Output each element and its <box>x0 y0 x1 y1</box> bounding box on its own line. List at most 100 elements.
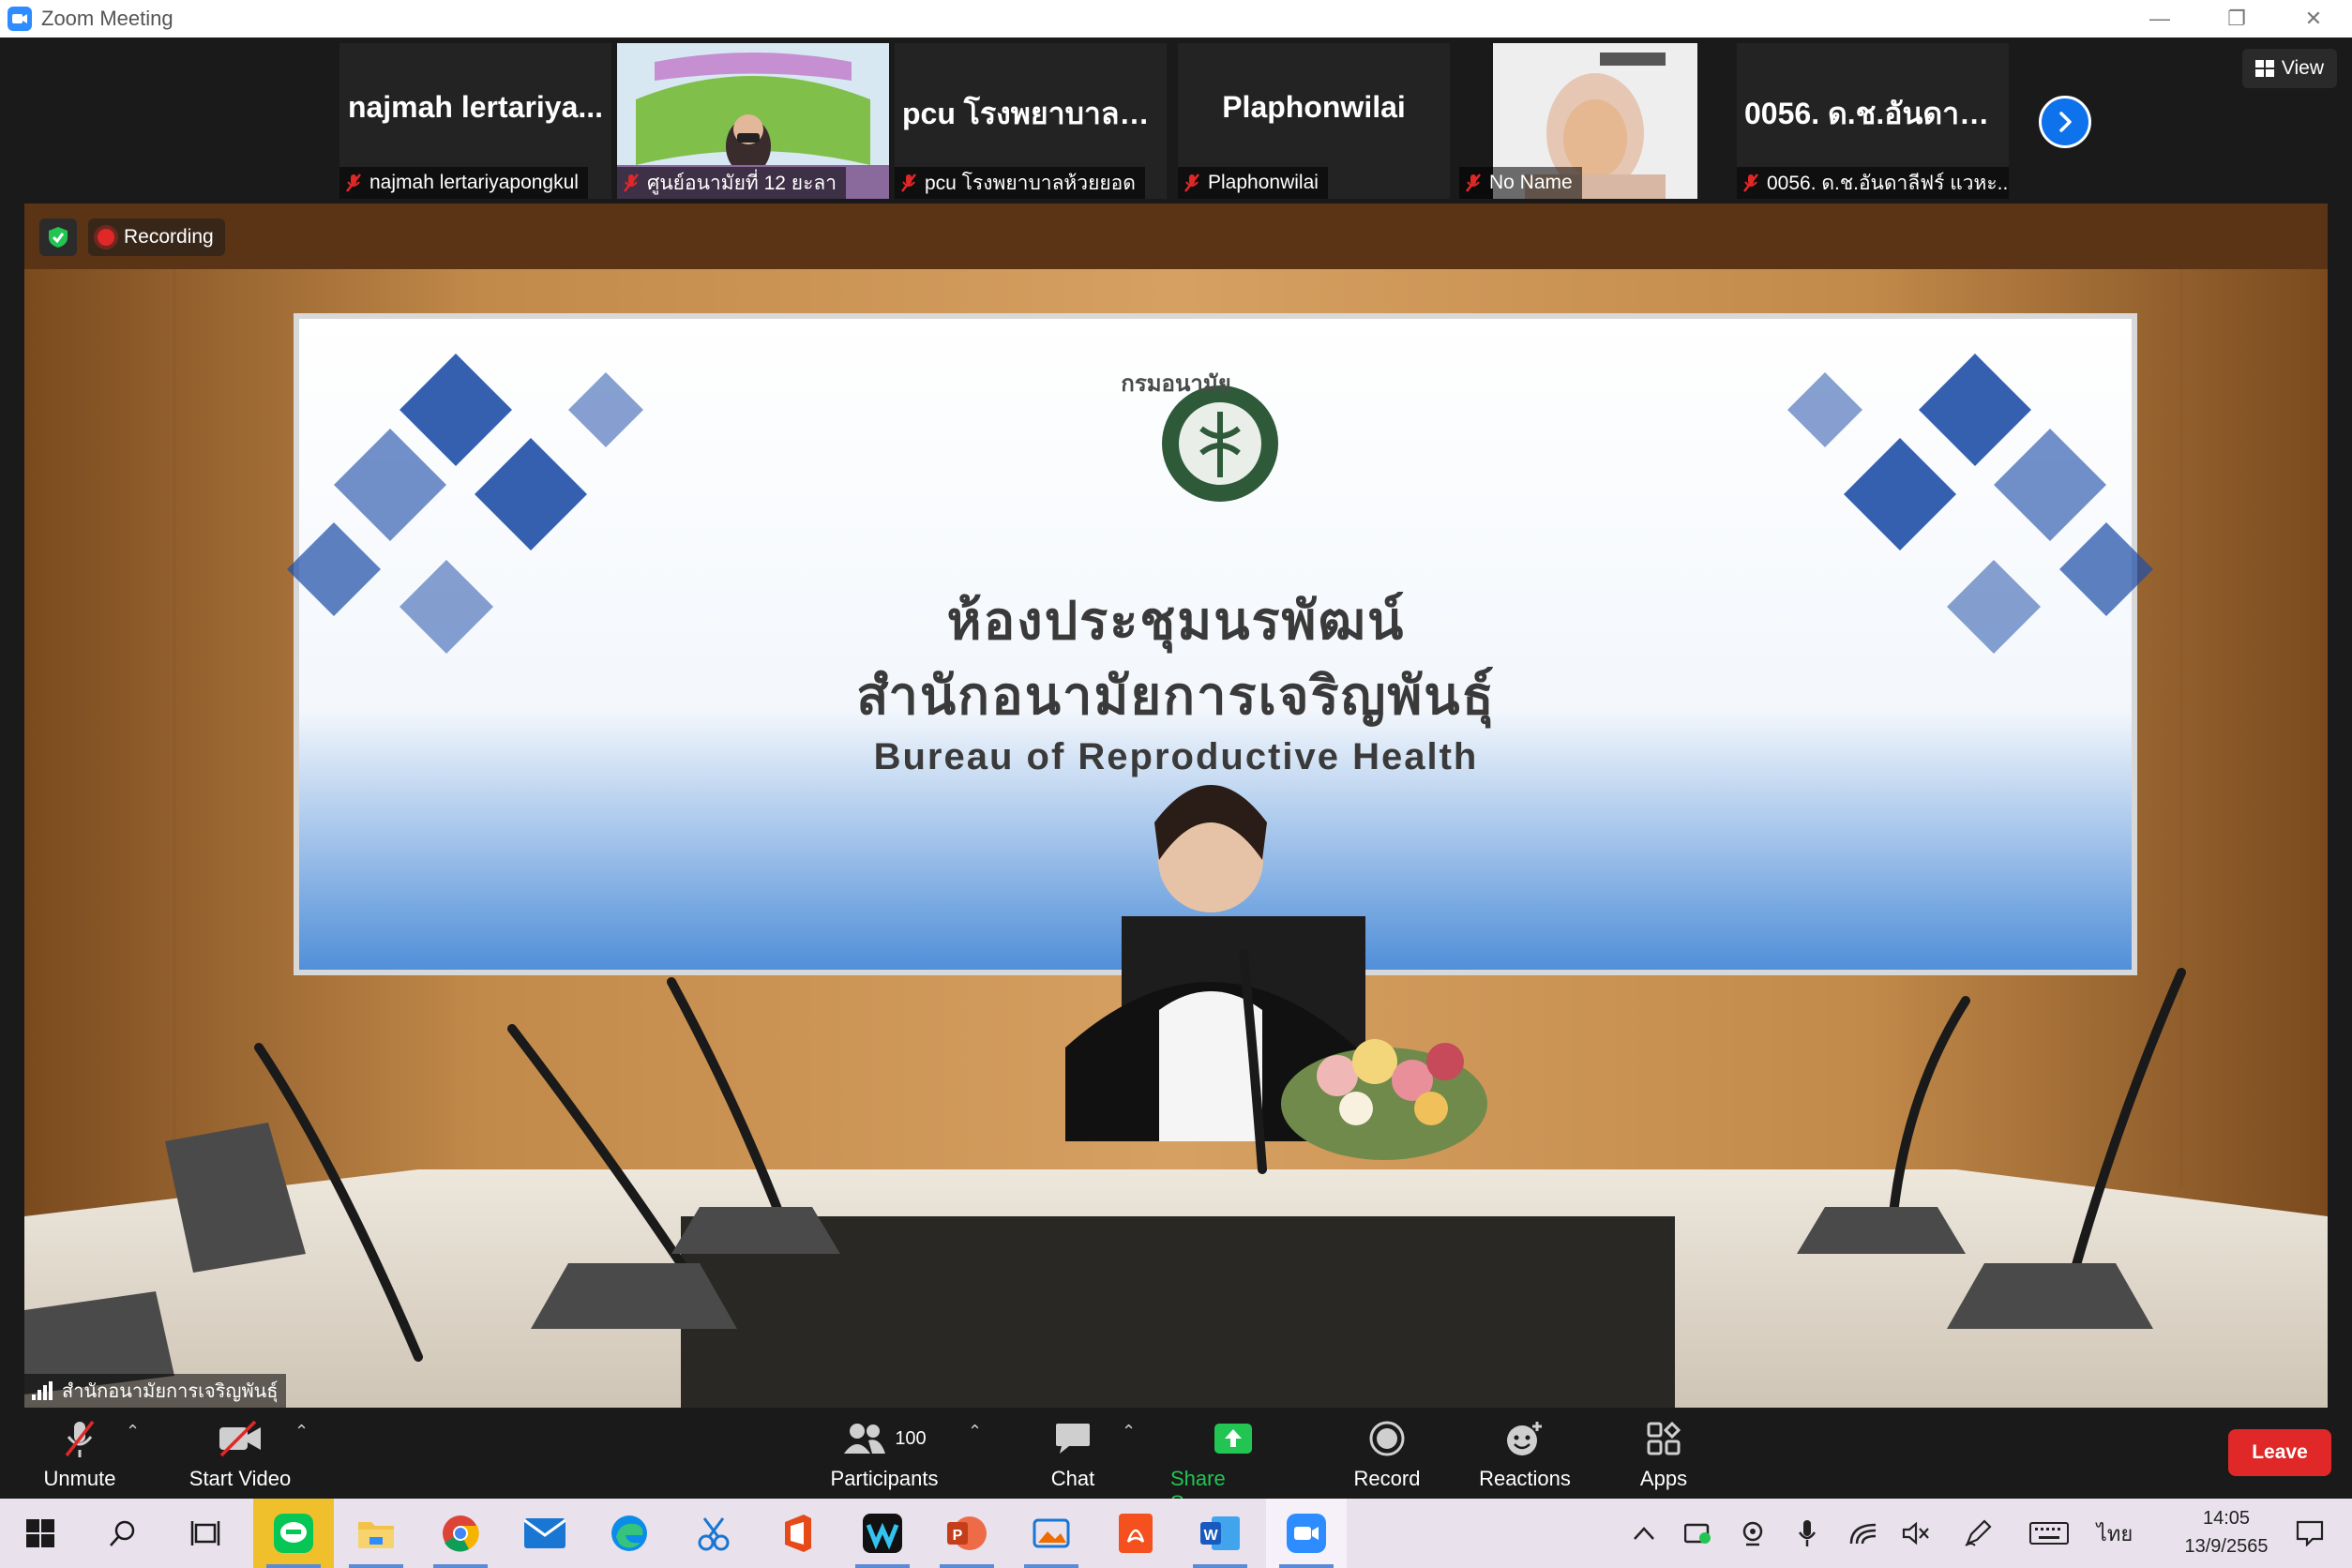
participant-tile[interactable]: No Name <box>1459 43 1731 199</box>
restore-button[interactable]: ❐ <box>2198 0 2275 38</box>
participants-button[interactable]: 100 Participants <box>825 1416 943 1491</box>
apps-icon <box>1647 1416 1681 1461</box>
windows-taskbar: P W ไทย 14:05 13/9/2565 <box>0 1499 2352 1568</box>
audio-options-caret-icon[interactable]: ⌃ <box>126 1422 140 1441</box>
participant-label: 0056. ด.ช.อันดาลีฟร์ แวหะ... <box>1767 172 2009 194</box>
view-label: View <box>2281 57 2324 79</box>
participant-name-tag: Plaphonwilai <box>1178 167 1328 199</box>
taskbar-app-photos[interactable] <box>1011 1499 1092 1568</box>
taskbar-clock[interactable]: 14:05 13/9/2565 <box>2179 1504 2273 1560</box>
chat-button[interactable]: Chat <box>1037 1416 1108 1491</box>
task-view-icon <box>190 1521 220 1545</box>
taskbar-app-zoom[interactable] <box>1266 1499 1347 1568</box>
record-label: Record <box>1353 1467 1421 1490</box>
tray-microphone-button[interactable] <box>1786 1499 1829 1568</box>
taskbar-app-office[interactable] <box>758 1499 838 1568</box>
participant-label: pcu โรงพยาบาลห้วยยอด <box>925 172 1136 194</box>
search-icon <box>110 1520 135 1546</box>
start-button[interactable] <box>0 1499 81 1568</box>
participant-display-name: Plaphonwilai <box>1222 90 1406 124</box>
start-video-button[interactable]: Start Video <box>184 1416 296 1491</box>
taskbar-app-webex[interactable] <box>842 1499 923 1568</box>
banner-logo-text: กรมอนามัย <box>1121 371 1231 397</box>
tray-volume-button[interactable] <box>1894 1499 1937 1568</box>
notifications-button[interactable] <box>2286 1499 2333 1568</box>
chrome-icon <box>443 1515 479 1552</box>
apps-button[interactable]: Apps <box>1634 1416 1694 1491</box>
banner-line-1: ห้องประชุมนรพัฒน์ <box>946 591 1406 650</box>
participant-display-name: pcu โรงพยาบาลห้... <box>902 97 1159 130</box>
main-video[interactable]: กรมอนามัย ห้องประชุมนรพัฒน์ สำนักอนามัยก… <box>24 204 2328 1408</box>
security-shield-icon[interactable] <box>39 219 77 256</box>
tray-security-button[interactable] <box>1677 1499 1720 1568</box>
mic-muted-icon <box>63 1416 97 1461</box>
chat-options-caret-icon[interactable]: ⌃ <box>1122 1422 1136 1441</box>
participant-tile[interactable]: Plaphonwilai Plaphonwilai <box>1178 43 1450 199</box>
minimize-button[interactable]: — <box>2121 0 2198 38</box>
volume-muted-icon <box>1902 1521 1929 1545</box>
unmute-button[interactable]: Unmute <box>38 1416 122 1491</box>
banner-line-2: สำนักอนามัยการเจริญพันธุ์ <box>856 666 1496 725</box>
taskbar-app-snip[interactable] <box>673 1499 754 1568</box>
line-icon <box>274 1514 313 1553</box>
photos-icon <box>1033 1518 1070 1548</box>
mic-muted-icon <box>623 173 640 193</box>
taskbar-app-chrome[interactable] <box>420 1499 501 1568</box>
tray-keyboard-button[interactable] <box>2026 1499 2073 1568</box>
restore-icon: ❐ <box>2227 7 2246 30</box>
chevron-right-icon <box>2059 112 2072 132</box>
taskbar-app-edge[interactable] <box>589 1499 670 1568</box>
recording-label: Recording <box>124 226 214 248</box>
word-icon: W <box>1200 1516 1240 1550</box>
touch-keyboard-icon <box>2029 1522 2069 1545</box>
taskbar-app-line[interactable] <box>253 1499 334 1568</box>
participant-tile[interactable]: ศูนย์อนามัยที่ 12 ยะลา <box>617 43 889 199</box>
taskbar-app-mail[interactable] <box>505 1499 585 1568</box>
mic-muted-icon <box>345 173 362 193</box>
participant-display-name: najmah lertariya... <box>347 90 604 124</box>
meeting-toolbar: Unmute ⌃ Start Video ⌃ 100 Participants … <box>0 1409 2352 1515</box>
reactions-icon <box>1505 1416 1545 1461</box>
task-view-button[interactable] <box>165 1499 246 1568</box>
start-icon <box>26 1519 54 1547</box>
active-speaker-tag: สำนักอนามัยการเจริญพันธุ์ <box>24 1374 286 1408</box>
edge-icon <box>611 1515 647 1551</box>
start-video-label: Start Video <box>188 1467 292 1490</box>
taskbar-app-file-explorer[interactable] <box>336 1499 416 1568</box>
reactions-label: Reactions <box>1479 1467 1571 1490</box>
clock-date: 13/9/2565 <box>2184 1536 2269 1557</box>
office-icon <box>785 1515 811 1552</box>
recording-pill[interactable]: Recording <box>88 219 225 256</box>
banner-line-3: Bureau of Reproductive Health <box>873 736 1479 777</box>
participant-tile[interactable]: 0056. ด.ช.อันดาลี... 0056. ด.ช.อันดาลีฟร… <box>1737 43 2009 199</box>
security-icon <box>1684 1523 1711 1544</box>
participant-tile[interactable]: pcu โรงพยาบาลห้... pcu โรงพยาบาลห้วยยอด <box>895 43 1167 199</box>
apps-label: Apps <box>1639 1467 1688 1490</box>
view-button[interactable]: View <box>2241 49 2337 88</box>
record-icon <box>1368 1416 1406 1461</box>
participant-display-name: 0056. ด.ช.อันดาลี... <box>1744 97 2001 130</box>
tray-camera-button[interactable] <box>1731 1499 1774 1568</box>
taskbar-app-word[interactable]: W <box>1180 1499 1260 1568</box>
svg-text:W: W <box>1203 1528 1218 1544</box>
reactions-button[interactable]: Reactions <box>1478 1416 1572 1491</box>
video-options-caret-icon[interactable]: ⌃ <box>294 1422 309 1441</box>
pdf-icon <box>1119 1514 1153 1553</box>
leave-button[interactable]: Leave <box>2228 1429 2331 1476</box>
next-page-button[interactable] <box>2039 96 2091 148</box>
participant-tile[interactable]: najmah lertariya... najmah lertariyapong… <box>339 43 611 199</box>
window-title: Zoom Meeting <box>41 7 173 30</box>
taskbar-search-button[interactable] <box>83 1499 163 1568</box>
record-button[interactable]: Record <box>1350 1416 1424 1491</box>
tray-wifi-button[interactable] <box>1842 1499 1885 1568</box>
participants-options-caret-icon[interactable]: ⌃ <box>968 1422 982 1441</box>
signal-strength-icon <box>32 1381 53 1400</box>
show-hidden-icons-button[interactable] <box>1622 1499 1666 1568</box>
tray-language-button[interactable]: ไทย <box>2091 1499 2138 1568</box>
snip-icon <box>698 1517 730 1551</box>
tray-pen-button[interactable] <box>1956 1499 1999 1568</box>
taskbar-app-pdf[interactable] <box>1095 1499 1176 1568</box>
participant-name-tag: 0056. ด.ช.อันดาลีฟร์ แวหะ... <box>1737 167 2009 199</box>
taskbar-app-powerpoint[interactable]: P <box>927 1499 1007 1568</box>
close-button[interactable]: ✕ <box>2275 0 2352 38</box>
